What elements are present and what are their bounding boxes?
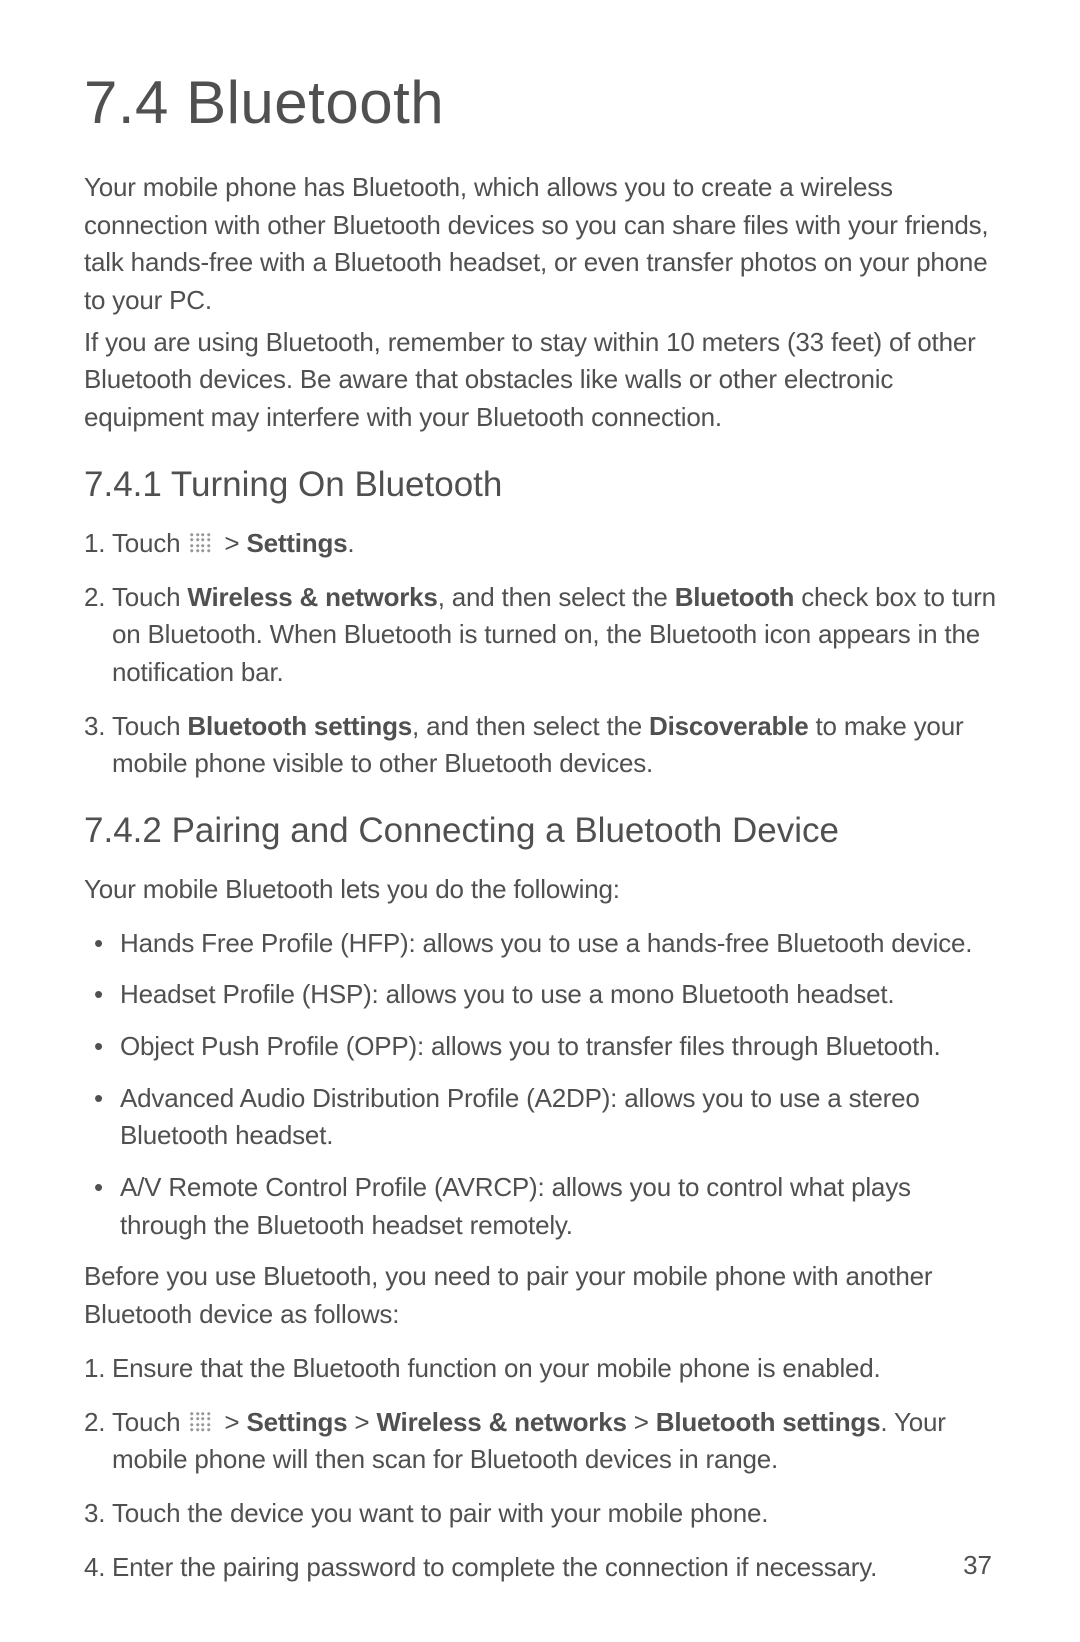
step-742-2: Touch > Settings > Wireless & networks >…	[84, 1404, 996, 1479]
bold-discoverable: Discoverable	[649, 711, 808, 741]
bold-wireless-networks: Wireless & networks	[187, 582, 437, 612]
step-741-2: Touch Wireless & networks, and then sele…	[84, 579, 996, 692]
section-heading: 7.4 Bluetooth	[84, 68, 996, 137]
section-742-profiles: Hands Free Profile (HFP): allows you to …	[84, 925, 996, 1245]
section-742-intro: Your mobile Bluetooth lets you do the fo…	[84, 871, 996, 909]
profile-a2dp: Advanced Audio Distribution Profile (A2D…	[84, 1080, 996, 1155]
bold-bluetooth: Bluetooth	[675, 582, 795, 612]
bold-bluetooth-settings: Bluetooth settings	[187, 711, 412, 741]
step-742-4: Enter the pairing password to complete t…	[84, 1549, 996, 1587]
profile-opp: Object Push Profile (OPP): allows you to…	[84, 1028, 996, 1066]
step-742-1: Ensure that the Bluetooth function on yo…	[84, 1350, 996, 1388]
text: Touch	[112, 528, 187, 558]
profile-avrcp: A/V Remote Control Profile (AVRCP): allo…	[84, 1169, 996, 1244]
text: >	[217, 528, 246, 558]
step-741-1: Touch > Settings.	[84, 525, 996, 563]
page-content: 7.4 Bluetooth Your mobile phone has Blue…	[0, 0, 1080, 1642]
text: .	[347, 528, 354, 558]
text: Touch	[112, 582, 187, 612]
text: Touch	[112, 1407, 187, 1437]
intro-paragraph-1: Your mobile phone has Bluetooth, which a…	[84, 169, 996, 320]
text: , and then select the	[412, 711, 649, 741]
subsection-742-heading: 7.4.2 Pairing and Connecting a Bluetooth…	[84, 811, 996, 851]
apps-grid-icon	[189, 532, 211, 554]
apps-grid-icon	[189, 1411, 211, 1433]
page-number: 37	[963, 1550, 992, 1581]
bold-wireless-networks: Wireless & networks	[376, 1407, 626, 1437]
section-741-steps: Touch > Settings. Touch Wireless & netwo…	[84, 525, 996, 783]
bold-settings: Settings	[246, 1407, 347, 1437]
step-741-3: Touch Bluetooth settings, and then selec…	[84, 708, 996, 783]
text: >	[627, 1407, 656, 1437]
section-742-steps: Ensure that the Bluetooth function on yo…	[84, 1350, 996, 1586]
text: >	[347, 1407, 376, 1437]
section-742-mid: Before you use Bluetooth, you need to pa…	[84, 1258, 996, 1333]
intro-paragraph-2: If you are using Bluetooth, remember to …	[84, 324, 996, 437]
text: Touch	[112, 711, 187, 741]
text: >	[217, 1407, 246, 1437]
profile-hfp: Hands Free Profile (HFP): allows you to …	[84, 925, 996, 963]
profile-hsp: Headset Profile (HSP): allows you to use…	[84, 976, 996, 1014]
bold-settings: Settings	[246, 528, 347, 558]
subsection-741-heading: 7.4.1 Turning On Bluetooth	[84, 465, 996, 505]
bold-bluetooth-settings: Bluetooth settings	[656, 1407, 881, 1437]
text: , and then select the	[438, 582, 675, 612]
step-742-3: Touch the device you want to pair with y…	[84, 1495, 996, 1533]
